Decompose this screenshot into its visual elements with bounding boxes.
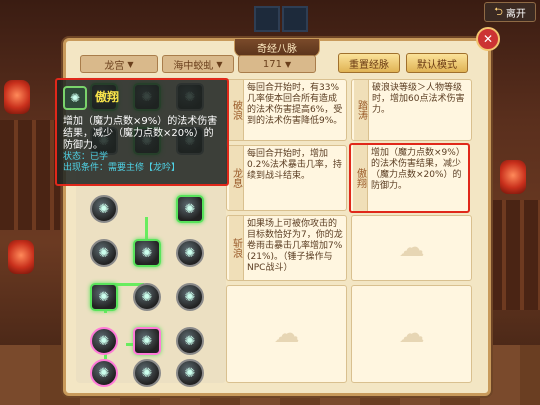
lantern-icon [4, 80, 30, 114]
skill-node[interactable]: ✺ [176, 239, 204, 267]
skill-node[interactable]: ✺ [133, 327, 161, 355]
window-decoration [254, 6, 280, 32]
skill-tooltip: ✺ 傲翔 增加（魔力点数×9%）的法术伤害结果，减少（魔力点数×20%）的防御力… [55, 78, 229, 186]
card-label: 踏涛 [354, 80, 369, 140]
skill-card[interactable]: 龙息 每回合开始时，增加0.2%法术暴击几率，持续到战斗结束。 [226, 145, 347, 211]
tooltip-description: 增加（魔力点数×9%）的法术伤害结果，减少（魔力点数×20%）的防御力。 [63, 116, 218, 151]
skill-node[interactable]: ✺ [176, 359, 204, 387]
card-text: 破浪诀等级＞人物等级时，增加60点法术伤害力。 [372, 83, 465, 115]
card-label: 斩浪 [229, 216, 244, 280]
tooltip-condition-line: 出现条件：需要主修【龙吟】 [63, 163, 181, 173]
default-mode-button[interactable]: 默认模式 [406, 53, 468, 73]
skill-card-selected[interactable]: 傲翔 增加（魔力点数×9%）的法术伤害结果，减少（魔力点数×20%）的防御力。 [349, 143, 470, 213]
card-label: 傲翔 [353, 145, 368, 211]
skill-card-empty[interactable]: ☁ [351, 285, 472, 383]
chevron-down-icon: ▼ [216, 59, 223, 69]
skill-node[interactable]: ✺ [133, 359, 161, 387]
lantern-icon [8, 240, 34, 274]
skill-node[interactable]: ✺ [90, 283, 118, 311]
card-text: 增加（魔力点数×9%）的法术伤害结果，减少（魔力点数×20%）的防御力。 [371, 148, 465, 191]
chevron-down-icon: ▼ [127, 59, 134, 69]
tab-sect[interactable]: 龙宫 ▼ [80, 55, 158, 73]
cloud-icon: ☁ [273, 319, 300, 349]
bookshelf [0, 120, 60, 230]
chevron-down-icon: ▼ [284, 59, 292, 69]
leave-label: 离开 [505, 8, 526, 20]
skill-node[interactable]: ✺ [90, 239, 118, 267]
skill-card-empty[interactable]: ☁ [226, 285, 347, 383]
tab-label: 海中蛟虬 [173, 60, 214, 72]
skill-node[interactable]: ✺ [90, 327, 118, 355]
tab-branch[interactable]: 海中蛟虬 ▼ [162, 55, 234, 73]
filter-tabs: 龙宫 ▼ 海中蛟虬 ▼ 171 ▼ [80, 55, 316, 73]
tooltip-skill-name: 傲翔 [95, 90, 120, 104]
card-text: 每回合开始时，增加0.2%法术暴击几率，持续到战斗结束。 [247, 149, 342, 181]
tab-level[interactable]: 171 ▼ [238, 55, 316, 73]
card-text: 如果场上可被你攻击的目标数恰好为7，你的龙卷雨击暴击几率增加7%(21%)。（锤… [247, 219, 343, 273]
tooltip-status: 状态：已学 出现条件：需要主修【龙吟】 [63, 152, 180, 174]
card-label: 龙息 [229, 146, 244, 210]
skill-card[interactable]: 斩浪 如果场上可被你攻击的目标数恰好为7，你的龙卷雨击暴击几率增加7%(21%)… [226, 215, 347, 281]
cloud-icon: ☁ [398, 319, 425, 349]
close-icon[interactable]: ✕ [476, 27, 500, 51]
skill-node[interactable]: ✺ [133, 283, 161, 311]
leave-button[interactable]: ⮌ 离开 [484, 2, 536, 22]
window-decoration [282, 6, 308, 32]
arrow-left-icon: ⮌ [494, 4, 503, 18]
card-text: 每回合开始时，有33%几率使本回合所有造成的法术伤害提高6%，受到的法术伤害降低… [247, 83, 343, 126]
tooltip-status-line: 状态：已学 [63, 152, 109, 162]
skill-node[interactable]: ✺ [176, 195, 204, 223]
skill-node[interactable]: ✺ [133, 239, 161, 267]
bookshelf [488, 200, 540, 310]
cloud-icon: ☁ [398, 233, 425, 263]
lantern-icon [500, 160, 526, 194]
skill-node[interactable]: ✺ [90, 359, 118, 387]
tab-label: 171 [262, 58, 282, 70]
card-label: 破浪 [229, 80, 244, 140]
skill-card[interactable]: 破浪 每回合开始时，有33%几率使本回合所有造成的法术伤害提高6%，受到的法术伤… [226, 79, 347, 141]
skill-node[interactable]: ✺ [176, 327, 204, 355]
reset-meridian-button[interactable]: 重置经脉 [338, 53, 400, 73]
tab-label: 龙宫 [104, 60, 125, 72]
skill-node[interactable]: ✺ [90, 195, 118, 223]
skill-card[interactable]: 踏涛 破浪诀等级＞人物等级时，增加60点法术伤害力。 [351, 79, 472, 141]
skill-node[interactable]: ✺ [176, 283, 204, 311]
skill-card-empty[interactable]: ☁ [351, 215, 472, 281]
skill-icon: ✺ [63, 86, 87, 110]
